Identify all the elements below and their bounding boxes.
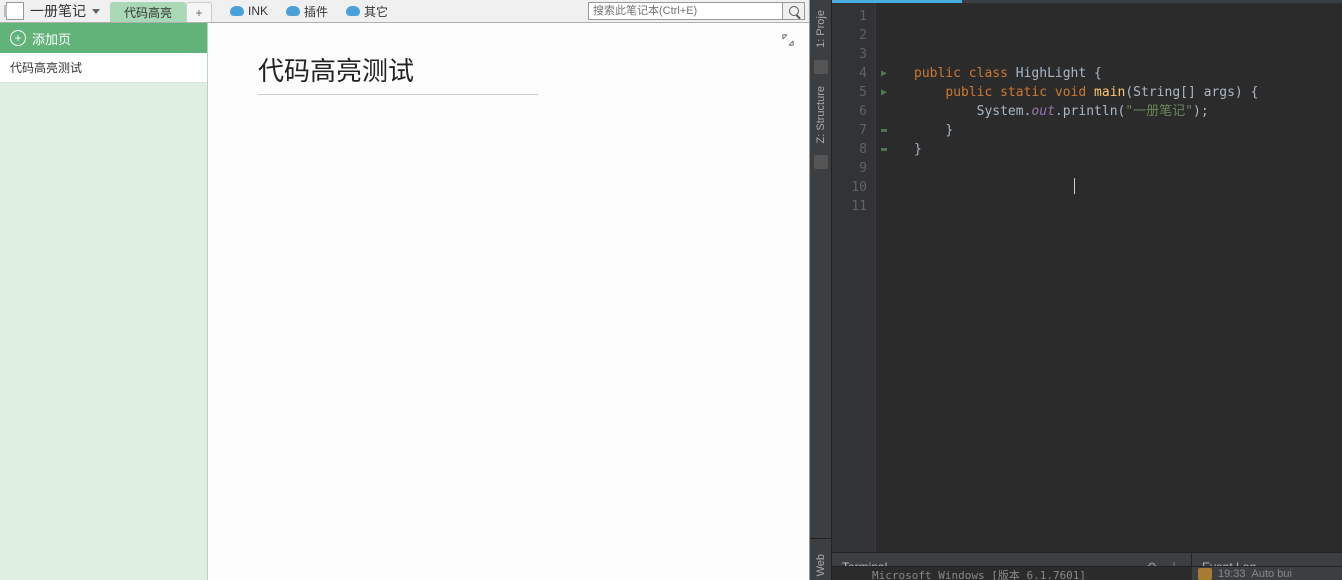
code-line xyxy=(914,7,1342,26)
quick-links: INK 插件 其它 xyxy=(222,0,396,22)
line-number: 8 xyxy=(832,140,867,159)
notebook-icon xyxy=(6,2,24,20)
code-line xyxy=(914,45,1342,64)
status-msg: Auto bui xyxy=(1252,568,1292,580)
notebook-picker[interactable]: 一册笔记 xyxy=(0,0,110,22)
cloud-icon xyxy=(286,6,300,16)
page-list-item[interactable]: 代码高亮测试 xyxy=(0,53,207,83)
notebook-name: 一册笔记 xyxy=(30,1,86,21)
plus-icon: + xyxy=(196,6,203,20)
link-tab-label: 插件 xyxy=(304,3,328,20)
code-line: } xyxy=(914,140,1342,159)
code-line: } xyxy=(914,121,1342,140)
status-bar: 19:33 Auto bui xyxy=(1192,566,1342,580)
line-number: 10 xyxy=(832,178,867,197)
expand-icon[interactable] xyxy=(781,33,795,47)
link-tab-label: 其它 xyxy=(364,3,388,20)
link-tab-label: INK xyxy=(248,4,268,18)
link-tab-ink[interactable]: INK xyxy=(222,0,276,22)
add-page-button[interactable]: + 添加页 xyxy=(0,23,207,53)
chevron-down-icon xyxy=(92,9,100,14)
line-number: 6 xyxy=(832,102,867,121)
fold-toggle-icon[interactable]: ▶ xyxy=(876,83,892,102)
code-lines[interactable]: public class HighLight { public static v… xyxy=(892,3,1342,552)
tool-icon[interactable] xyxy=(814,60,828,74)
onenote-app: 一册笔记 代码高亮 + INK 插件 其它 xyxy=(0,0,810,580)
line-number: 3 xyxy=(832,45,867,64)
code-editor[interactable]: 1 2 3 4 5 6 7 8 9 10 11 ▶ ▶ ▬ ▬ public c xyxy=(832,3,1342,552)
link-tab-plugins[interactable]: 插件 xyxy=(278,0,336,22)
section-tabbar: 一册笔记 代码高亮 + INK 插件 其它 xyxy=(0,0,809,23)
code-line xyxy=(914,26,1342,45)
fold-toggle-icon[interactable]: ▶ xyxy=(876,64,892,83)
search-button[interactable] xyxy=(783,2,805,20)
line-gutter: 1 2 3 4 5 6 7 8 9 10 11 xyxy=(832,3,876,552)
terminal-preview: Microsoft Windows [版本 6.1.7601] xyxy=(832,566,1192,580)
build-badge-icon xyxy=(1198,568,1212,580)
section-tab-label: 代码高亮 xyxy=(124,4,172,21)
line-number: 1 xyxy=(832,7,867,26)
status-time: 19:33 xyxy=(1218,568,1246,580)
line-number: 9 xyxy=(832,159,867,178)
code-line xyxy=(914,159,1342,178)
page-canvas[interactable]: 代码高亮测试 xyxy=(208,23,809,580)
add-section-button[interactable]: + xyxy=(186,2,212,22)
ide-app: 1: Proje Z: Structure 1 2 3 4 5 6 7 8 9 … xyxy=(810,0,1342,580)
code-line xyxy=(914,178,1342,197)
add-page-label: 添加页 xyxy=(32,29,71,48)
code-line: System.out.println("一册笔记"); xyxy=(914,102,1342,121)
line-number: 2 xyxy=(832,26,867,45)
tool-icon[interactable] xyxy=(814,155,828,169)
ide-tool-strip: 1: Proje Z: Structure xyxy=(810,0,832,580)
fold-gutter: ▶ ▶ ▬ ▬ xyxy=(876,3,892,552)
page-title[interactable]: 代码高亮测试 xyxy=(258,51,538,95)
tool-web[interactable]: Web xyxy=(815,550,827,580)
page-item-label: 代码高亮测试 xyxy=(10,61,82,75)
code-line: public class HighLight { xyxy=(914,64,1342,83)
line-number: 4 xyxy=(832,64,867,83)
tool-structure[interactable]: Z: Structure xyxy=(815,82,827,147)
tool-project[interactable]: 1: Proje xyxy=(815,6,827,52)
editor-column: 1 2 3 4 5 6 7 8 9 10 11 ▶ ▶ ▬ ▬ public c xyxy=(832,0,1342,580)
fold-end-icon[interactable]: ▬ xyxy=(876,140,892,159)
code-line xyxy=(914,197,1342,216)
line-number: 7 xyxy=(832,121,867,140)
search-wrap xyxy=(584,0,809,22)
code-line: public static void main(String[] args) { xyxy=(914,83,1342,102)
cloud-icon xyxy=(346,6,360,16)
link-tab-other[interactable]: 其它 xyxy=(338,0,396,22)
page-list: + 添加页 代码高亮测试 xyxy=(0,23,208,580)
search-input[interactable] xyxy=(588,2,783,20)
section-tab-active[interactable]: 代码高亮 xyxy=(110,2,186,22)
search-icon xyxy=(789,6,799,16)
onenote-body: + 添加页 代码高亮测试 代码高亮测试 xyxy=(0,23,809,580)
fold-end-icon[interactable]: ▬ xyxy=(876,121,892,140)
tool-web-strip: Web xyxy=(810,538,832,580)
line-number: 5 xyxy=(832,83,867,102)
cloud-icon xyxy=(230,6,244,16)
text-caret xyxy=(1074,178,1075,194)
line-number: 11 xyxy=(832,197,867,216)
plus-circle-icon: + xyxy=(10,30,26,46)
